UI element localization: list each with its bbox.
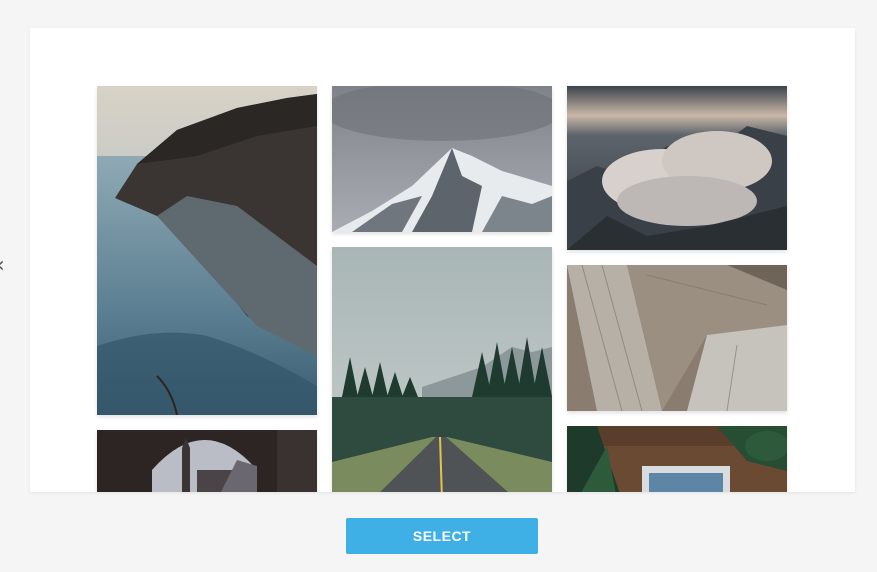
- wooden-planks-image: [567, 265, 787, 411]
- plants-frame-image: [567, 426, 787, 492]
- forest-road-image: [332, 247, 552, 492]
- arch-clocktower-image: [97, 430, 317, 492]
- photo-tile-snowy-mountain[interactable]: [332, 86, 552, 232]
- photo-gallery-card: [30, 28, 855, 492]
- chevron-left-icon[interactable]: ‹: [0, 255, 5, 277]
- snowy-mountain-image: [332, 86, 552, 232]
- cloud-peaks-image: [567, 86, 787, 250]
- sea-cliff-image: [97, 86, 317, 415]
- photo-tile-wooden-planks[interactable]: [567, 265, 787, 411]
- select-button[interactable]: SELECT: [346, 518, 538, 554]
- photo-tile-arch-clocktower[interactable]: [97, 430, 317, 492]
- photo-tile-forest-road[interactable]: [332, 247, 552, 492]
- photo-tile-cloud-peaks[interactable]: [567, 86, 787, 250]
- photo-tile-sea-cliff[interactable]: [97, 86, 317, 415]
- photo-tile-plants-frame[interactable]: [567, 426, 787, 492]
